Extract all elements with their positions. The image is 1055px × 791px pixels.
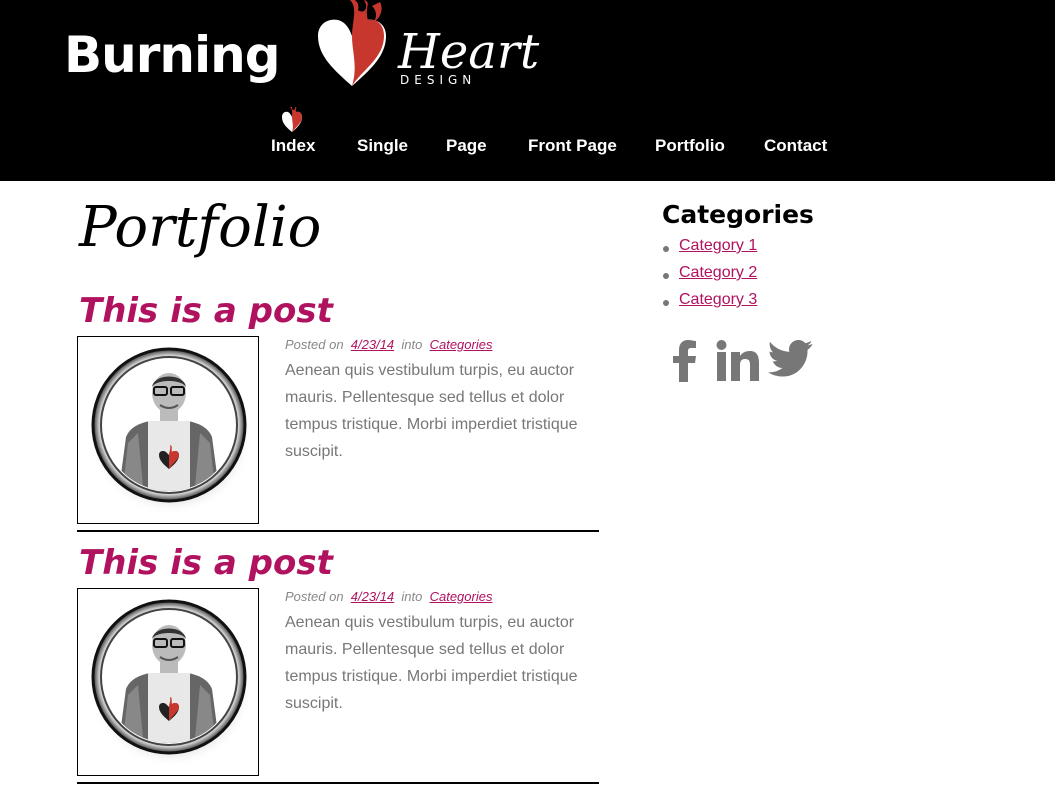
nav-item-page[interactable]: Page [446,136,487,156]
main-nav: Index Single Page Front Page Portfolio C… [0,136,1055,160]
nav-item-front-page[interactable]: Front Page [528,136,617,156]
nav-item-contact[interactable]: Contact [764,136,827,156]
post-divider [77,782,599,784]
flaming-heart-logo-icon [318,0,386,86]
meta-into-label: into [401,589,423,604]
twitter-icon[interactable] [768,339,814,382]
category-list-item: Category 1 [662,237,962,264]
post-meta: Posted on 4/23/14 into Categories [285,589,492,604]
post-thumbnail[interactable] [77,588,259,776]
post-excerpt: Aenean quis vestibulum turpis, eu auctor… [285,614,578,712]
site-logo[interactable]: Burning Heart DESIGN [64,0,539,100]
logo-word-burning: Burning [64,26,280,84]
post-title[interactable]: This is a post [79,543,333,583]
linkedin-icon[interactable] [716,340,760,386]
nav-item-single[interactable]: Single [357,136,408,156]
nav-item-portfolio[interactable]: Portfolio [655,136,725,156]
post-thumbnail[interactable] [77,336,259,524]
post-meta: Posted on 4/23/14 into Categories [285,337,492,352]
category-list-item: Category 2 [662,264,962,291]
page-title: Portfolio [79,195,322,260]
meta-posted-on-label: Posted on [285,589,344,604]
logo-tagline: DESIGN [400,73,477,87]
facebook-icon[interactable] [672,340,698,386]
post-item: This is a post Posted on 4/23/14 into Ca… [77,543,599,790]
post-category-link[interactable]: Categories [430,337,493,352]
meta-into-label: into [401,337,423,352]
portrait-image [89,347,253,515]
active-nav-heart-icon [282,107,302,132]
site-header: Burning Heart DESIGN Index Single Page F… [0,0,1055,181]
portrait-image [89,599,253,767]
category-link-1[interactable]: Category 1 [679,237,757,254]
categories-heading: Categories [662,200,814,229]
post-date-link[interactable]: 4/23/14 [351,337,394,352]
meta-posted-on-label: Posted on [285,337,344,352]
category-link-3[interactable]: Category 3 [679,291,757,308]
logo-word-heart: Heart [398,24,540,80]
post-item: This is a post Posted on 4/23/14 into Ca… [77,291,599,538]
category-link-2[interactable]: Category 2 [679,264,757,281]
post-date-link[interactable]: 4/23/14 [351,589,394,604]
post-category-link[interactable]: Categories [430,589,493,604]
nav-item-index[interactable]: Index [271,136,315,156]
category-list-item: Category 3 [662,291,962,318]
sidebar: Categories Category 1 Category 2 Categor… [662,200,962,382]
post-divider [77,530,599,532]
post-excerpt: Aenean quis vestibulum turpis, eu auctor… [285,362,578,460]
category-list: Category 1 Category 2 Category 3 [662,237,962,318]
post-title[interactable]: This is a post [79,291,333,331]
